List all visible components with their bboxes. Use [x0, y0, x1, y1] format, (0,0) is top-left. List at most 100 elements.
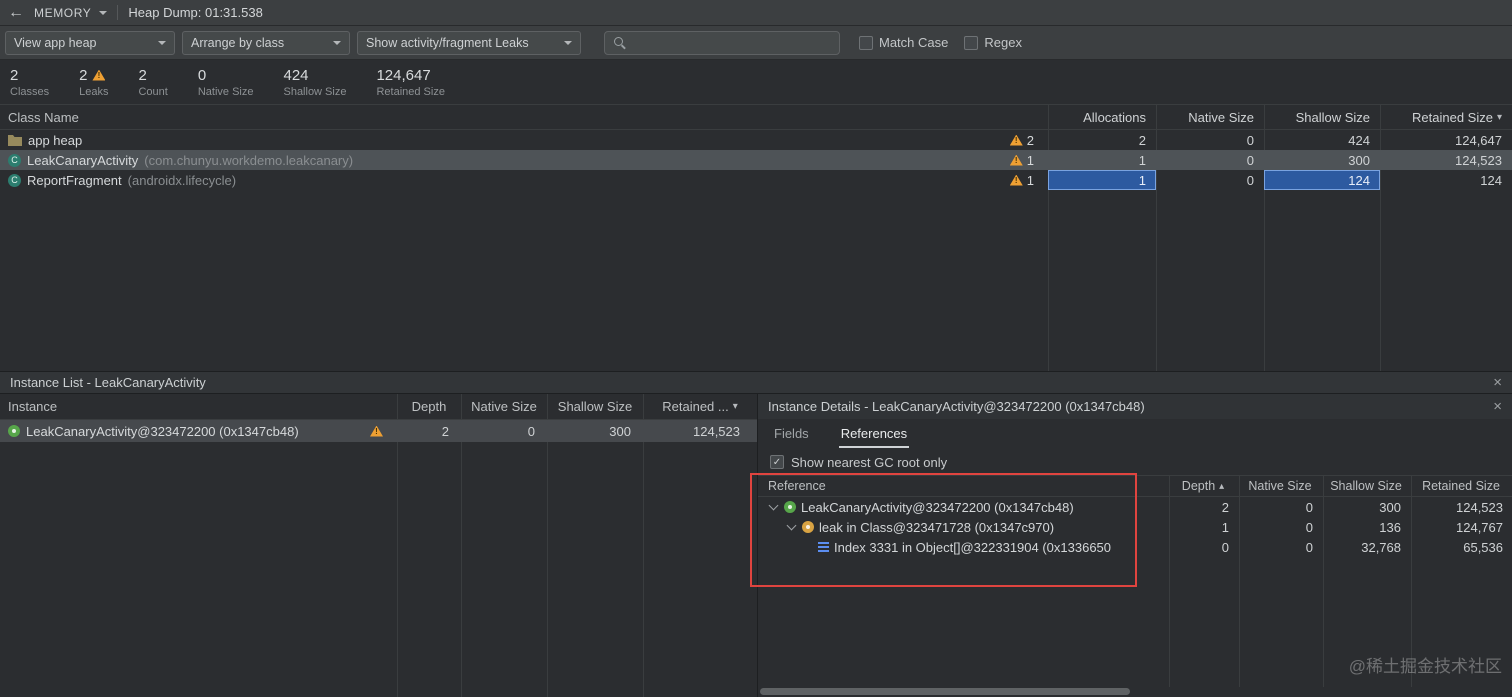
instance-icon: [8, 425, 20, 437]
column-header-depth[interactable]: Depth: [397, 399, 461, 414]
tab-fields[interactable]: Fields: [772, 421, 811, 449]
cell-native-size: 0: [1305, 539, 1313, 555]
horizontal-scrollbar[interactable]: [760, 688, 1130, 695]
leak-instance-icon: [802, 521, 814, 533]
leak-badge: ! 2: [1009, 133, 1034, 148]
leak-badge: ! 1: [1009, 153, 1034, 168]
column-header-reference[interactable]: Reference: [758, 479, 1168, 493]
leaks-filter-select[interactable]: Show activity/fragment Leaks: [357, 30, 581, 55]
memory-dropdown[interactable]: MEMORY: [34, 6, 108, 20]
heap-stats: 2 Classes 2! Leaks 2 Count 0 Native Size…: [0, 60, 1512, 104]
close-icon[interactable]: ×: [1493, 399, 1502, 414]
table-row-app-heap[interactable]: app heap ! 2 2 0 424 124,647: [0, 130, 1512, 150]
chevron-down-icon: [564, 40, 572, 45]
warning-icon: !: [370, 425, 383, 437]
cell-native-size: 0: [1246, 152, 1254, 168]
search-box[interactable]: [604, 30, 840, 55]
heap-dump-label: Heap Dump: 01:31.538: [128, 5, 263, 20]
search-input[interactable]: [633, 35, 831, 50]
sort-desc-icon: ▾: [1496, 111, 1502, 123]
toolbar: View app heap Arrange by class Show acti…: [0, 26, 1512, 60]
checkbox-checked-icon: ✓: [770, 455, 784, 469]
table-row-leakcanaryactivity[interactable]: C LeakCanaryActivity (com.chunyu.workdem…: [0, 150, 1512, 170]
stat-native-size: 0 Native Size: [197, 66, 254, 98]
instance-list-title: Instance List - LeakCanaryActivity: [10, 375, 206, 390]
column-header-shallow-size[interactable]: Shallow Size: [1322, 479, 1410, 493]
watermark: @稀土掘金技术社区: [1348, 657, 1502, 676]
cell-allocations-highlighted[interactable]: 1: [1048, 170, 1156, 190]
folder-icon: [8, 134, 22, 146]
column-header-native-size[interactable]: Native Size: [461, 399, 547, 414]
arrange-select[interactable]: Arrange by class: [182, 30, 350, 55]
references-table-header: Reference Depth ▴ Native Size Shallow Si…: [758, 475, 1512, 497]
match-case-checkbox[interactable]: Match Case: [859, 35, 948, 50]
column-header-retained-size[interactable]: Retained Size ▾: [1380, 105, 1512, 129]
column-header-native-size[interactable]: Native Size: [1238, 479, 1322, 493]
cell-native-size: 0: [1246, 132, 1254, 148]
class-icon: C: [8, 173, 21, 187]
cell-retained-size: 124,523: [1456, 499, 1503, 515]
tab-references[interactable]: References: [838, 421, 910, 449]
cell-native-size: 0: [1246, 172, 1254, 188]
table-row-reportfragment[interactable]: C ReportFragment (androidx.lifecycle) ! …: [0, 170, 1512, 190]
close-icon[interactable]: ×: [1493, 375, 1502, 390]
array-icon: [818, 541, 829, 553]
chevron-down-icon: [99, 10, 108, 15]
column-header-instance[interactable]: Instance: [0, 399, 397, 414]
chevron-down-icon: [333, 40, 341, 45]
stat-count: 2 Count: [138, 66, 168, 98]
gc-root-checkbox[interactable]: ✓ Show nearest GC root only: [758, 449, 1512, 475]
cell-retained-size: 124: [1480, 172, 1502, 188]
column-header-retained[interactable]: Retained ... ▾: [643, 399, 757, 414]
search-options: Match Case Regex: [859, 35, 1022, 50]
instance-list-header: Instance List - LeakCanaryActivity ×: [0, 371, 1512, 394]
instance-list-panel: Instance Depth Native Size Shallow Size …: [0, 394, 757, 697]
instance-details-title: Instance Details - LeakCanaryActivity@32…: [768, 399, 1145, 414]
cell-shallow-size-highlighted[interactable]: 124: [1264, 170, 1380, 190]
instance-list-table-header: Instance Depth Native Size Shallow Size …: [0, 394, 757, 420]
column-header-allocations[interactable]: Allocations: [1048, 105, 1156, 129]
stat-classes: 2 Classes: [10, 66, 50, 98]
chevron-down-icon[interactable]: [768, 500, 779, 511]
cell-shallow-size: 300: [1348, 152, 1370, 168]
cell-native-size: 0: [1305, 519, 1313, 535]
reference-row[interactable]: leak in Class@323471728 (0x1347c970) 1 0…: [758, 517, 1512, 537]
column-header-depth[interactable]: Depth ▴: [1168, 479, 1238, 493]
heap-select[interactable]: View app heap: [5, 30, 175, 55]
regex-checkbox[interactable]: Regex: [964, 35, 1022, 50]
column-header-class-name[interactable]: Class Name: [0, 110, 1048, 125]
cell-allocations: 1: [1138, 152, 1146, 168]
memory-profiler-window: ← MEMORY Heap Dump: 01:31.538 View app h…: [0, 0, 1512, 697]
class-icon: C: [8, 153, 21, 167]
checkbox-icon: [859, 35, 873, 50]
reference-row[interactable]: Index 3331 in Object[]@322331904 (0x1336…: [758, 537, 1512, 557]
reference-row[interactable]: LeakCanaryActivity@323472200 (0x1347cb48…: [758, 497, 1512, 517]
cell-depth: 1: [1221, 519, 1229, 535]
cell-depth: 2: [441, 423, 449, 439]
cell-shallow-size: 300: [1379, 499, 1401, 515]
cell-shallow-size: 300: [609, 423, 631, 439]
cell-shallow-size: 424: [1348, 132, 1370, 148]
chevron-down-icon[interactable]: [786, 520, 797, 531]
warning-icon: !: [1009, 174, 1023, 186]
column-header-shallow-size[interactable]: Shallow Size: [547, 399, 643, 414]
back-icon[interactable]: ←: [8, 4, 24, 21]
cell-depth: 0: [1221, 539, 1229, 555]
stat-leaks[interactable]: 2! Leaks: [79, 67, 108, 98]
column-header-shallow-size[interactable]: Shallow Size: [1264, 105, 1380, 129]
bottom-section: Instance List - LeakCanaryActivity × Ins…: [0, 371, 1512, 697]
instance-row[interactable]: LeakCanaryActivity@323472200 (0x1347cb48…: [0, 420, 757, 442]
details-tabs: Fields References: [758, 419, 1512, 449]
cell-retained-size: 124,523: [693, 423, 740, 439]
cell-shallow-size: 136: [1379, 519, 1401, 535]
class-table-header: Class Name Allocations Native Size Shall…: [0, 104, 1512, 130]
stat-shallow-size: 424 Shallow Size: [283, 66, 347, 98]
checkbox-icon: [964, 35, 979, 50]
cell-native-size: 0: [1305, 499, 1313, 515]
cell-shallow-size: 32,768: [1361, 539, 1401, 555]
column-header-retained-size[interactable]: Retained Size: [1410, 479, 1512, 493]
sort-desc-icon: ▾: [732, 401, 738, 412]
column-header-native-size[interactable]: Native Size: [1156, 105, 1264, 129]
cell-retained-size: 124,767: [1456, 519, 1503, 535]
class-table: Class Name Allocations Native Size Shall…: [0, 104, 1512, 371]
